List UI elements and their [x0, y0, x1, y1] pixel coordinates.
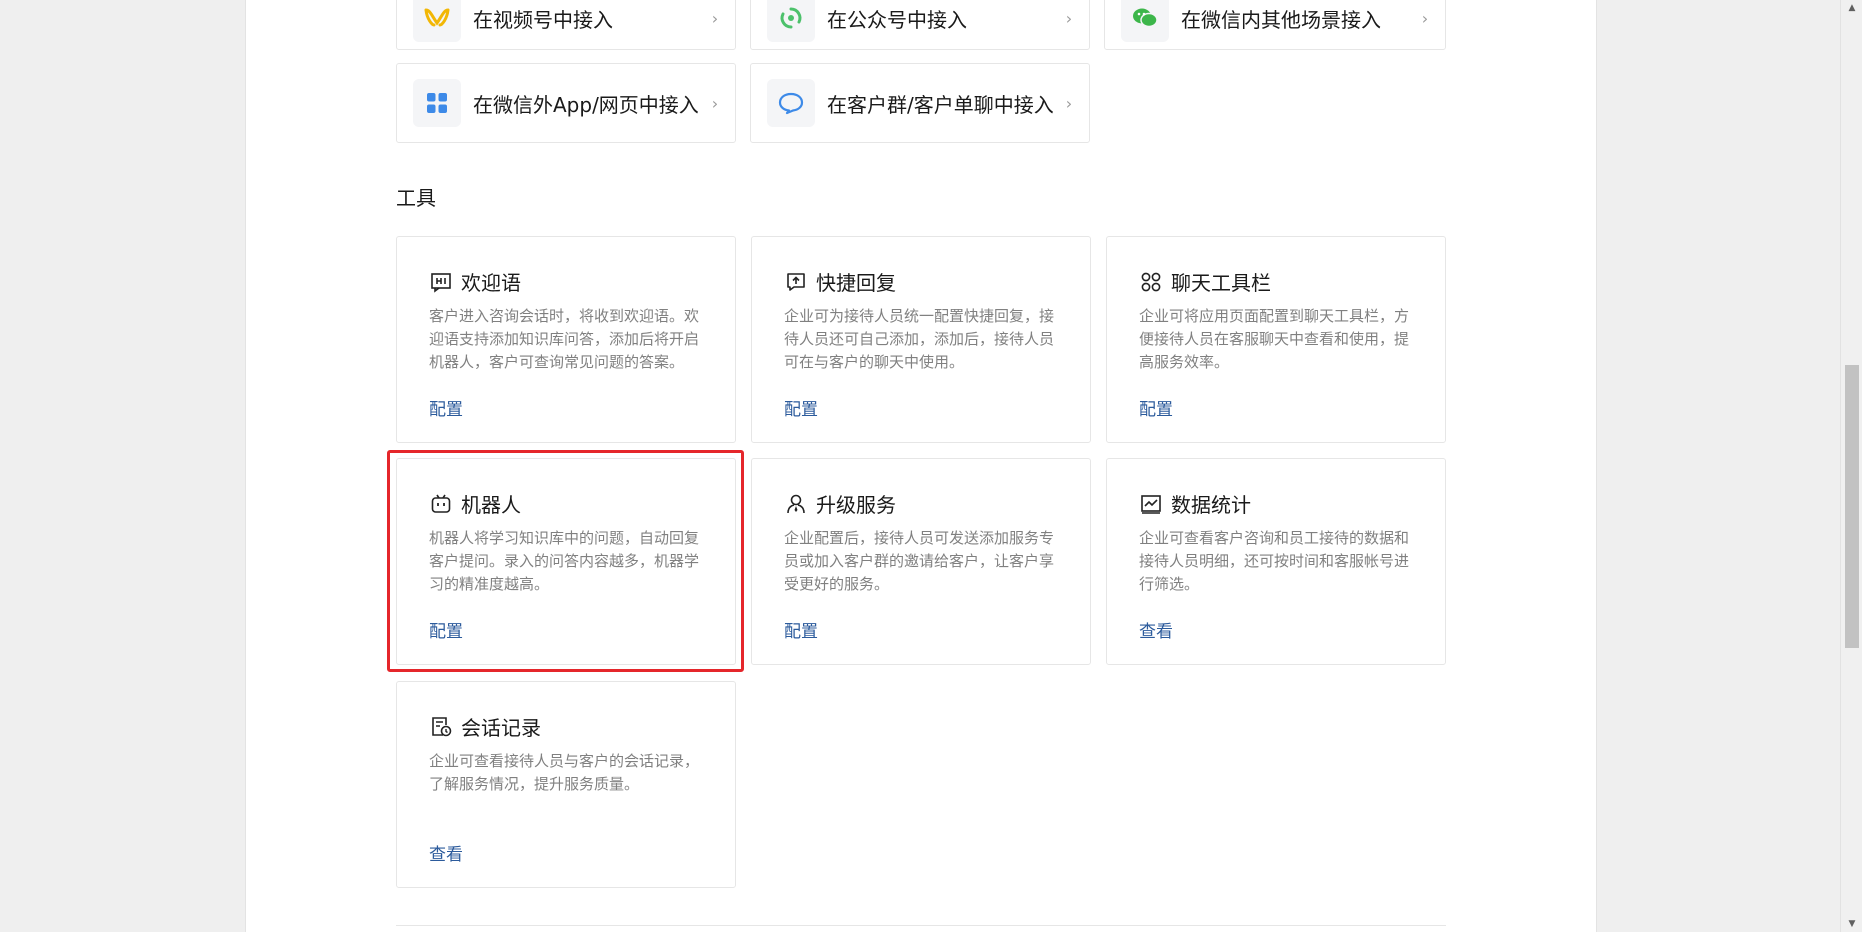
vertical-scrollbar[interactable]: ▲ ▼ — [1840, 0, 1862, 932]
tool-description: 企业可将应用页面配置到聊天工具栏，方便接待人员在客服聊天中查看和使用，提高服务效… — [1139, 307, 1410, 371]
statistics-icon — [1139, 492, 1163, 516]
tool-title: 聊天工具栏 — [1171, 271, 1271, 295]
chevron-right-icon: › — [711, 93, 719, 113]
tool-description: 企业可查看客户咨询和员工接待的数据和接待人员明细，还可按时间和客服帐号进行筛选。 — [1139, 529, 1410, 593]
quick-reply-icon — [784, 270, 808, 294]
chat-bubble-icon — [767, 79, 815, 127]
tool-card-session-record: 会话记录 企业可查看接待人员与客户的会话记录，了解服务情况，提升服务质量。 查看 — [396, 681, 736, 888]
tool-description: 企业可为接待人员统一配置快捷回复，接待人员还可自己添加，添加后，接待人员可在与客… — [784, 307, 1055, 371]
access-customer-group-label: 在客户群/客户单聊中接入 — [827, 92, 1054, 117]
tool-card-quick-reply: 快捷回复 企业可为接待人员统一配置快捷回复，接待人员还可自己添加，添加后，接待人… — [751, 236, 1091, 443]
tool-card-welcome: 欢迎语 客户进入咨询会话时，将收到欢迎语。欢迎语支持添加知识库问答，添加后将开启… — [396, 236, 736, 443]
tool-description: 客户进入咨询会话时，将收到欢迎语。欢迎语支持添加知识库问答，添加后将开启机器人，… — [429, 307, 700, 371]
tool-title: 会话记录 — [461, 716, 541, 740]
robot-icon — [429, 492, 453, 516]
tool-card-robot: 机器人 机器人将学习知识库中的问题，自动回复客户提问。录入的问答内容越多，机器学… — [396, 458, 736, 665]
configure-quick-reply-link[interactable]: 配置 — [784, 395, 818, 420]
channels-icon — [413, 0, 461, 42]
access-channels-card[interactable]: 在视频号中接入 › — [396, 0, 736, 50]
divider — [396, 925, 1446, 926]
scroll-down-icon[interactable]: ▼ — [1841, 916, 1862, 932]
wechat-icon — [1121, 0, 1169, 42]
app-grid-icon — [413, 79, 461, 127]
access-app-web-card[interactable]: 在微信外App/网页中接入 › — [396, 63, 736, 143]
configure-robot-link[interactable]: 配置 — [429, 617, 463, 642]
tool-description: 企业可查看接待人员与客户的会话记录，了解服务情况，提升服务质量。 — [429, 752, 700, 793]
session-record-icon — [429, 715, 453, 739]
access-official-account-card[interactable]: 在公众号中接入 › — [750, 0, 1090, 50]
chevron-right-icon: › — [1065, 8, 1073, 28]
tool-title: 欢迎语 — [461, 271, 521, 295]
tool-title: 机器人 — [461, 493, 521, 517]
view-statistics-link[interactable]: 查看 — [1139, 617, 1173, 642]
scroll-up-icon[interactable]: ▲ — [1841, 0, 1862, 16]
tool-card-chat-toolbar: 聊天工具栏 企业可将应用页面配置到聊天工具栏，方便接待人员在客服聊天中查看和使用… — [1106, 236, 1446, 443]
tool-title: 快捷回复 — [816, 271, 896, 295]
access-wechat-other-label: 在微信内其他场景接入 — [1181, 7, 1381, 32]
upgrade-service-icon — [784, 492, 808, 516]
access-wechat-other-card[interactable]: 在微信内其他场景接入 › — [1104, 0, 1446, 50]
chevron-right-icon: › — [1421, 8, 1429, 28]
configure-welcome-link[interactable]: 配置 — [429, 395, 463, 420]
configure-upgrade-service-link[interactable]: 配置 — [784, 617, 818, 642]
view-session-record-link[interactable]: 查看 — [429, 840, 463, 865]
tool-description: 机器人将学习知识库中的问题，自动回复客户提问。录入的问答内容越多，机器学习的精准… — [429, 529, 700, 593]
configure-chat-toolbar-link[interactable]: 配置 — [1139, 395, 1173, 420]
access-app-web-label: 在微信外App/网页中接入 — [473, 92, 699, 117]
tool-card-statistics: 数据统计 企业可查看客户咨询和员工接待的数据和接待人员明细，还可按时间和客服帐号… — [1106, 458, 1446, 665]
tool-title: 数据统计 — [1171, 493, 1251, 517]
tool-description: 企业配置后，接待人员可发送添加服务专员或加入客户群的邀请给客户，让客户享受更好的… — [784, 529, 1055, 593]
chevron-right-icon: › — [1065, 93, 1073, 113]
tools-section-title: 工具 — [396, 186, 436, 210]
access-customer-group-card[interactable]: 在客户群/客户单聊中接入 › — [750, 63, 1090, 143]
official-account-icon — [767, 0, 815, 42]
toolbar-icon — [1139, 270, 1163, 294]
access-official-account-label: 在公众号中接入 — [827, 7, 967, 32]
welcome-message-icon — [429, 270, 453, 294]
tool-card-upgrade-service: 升级服务 企业配置后，接待人员可发送添加服务专员或加入客户群的邀请给客户，让客户… — [751, 458, 1091, 665]
tool-title: 升级服务 — [816, 493, 896, 517]
chevron-right-icon: › — [711, 8, 719, 28]
scroll-thumb[interactable] — [1845, 365, 1859, 648]
access-channels-label: 在视频号中接入 — [473, 7, 613, 32]
